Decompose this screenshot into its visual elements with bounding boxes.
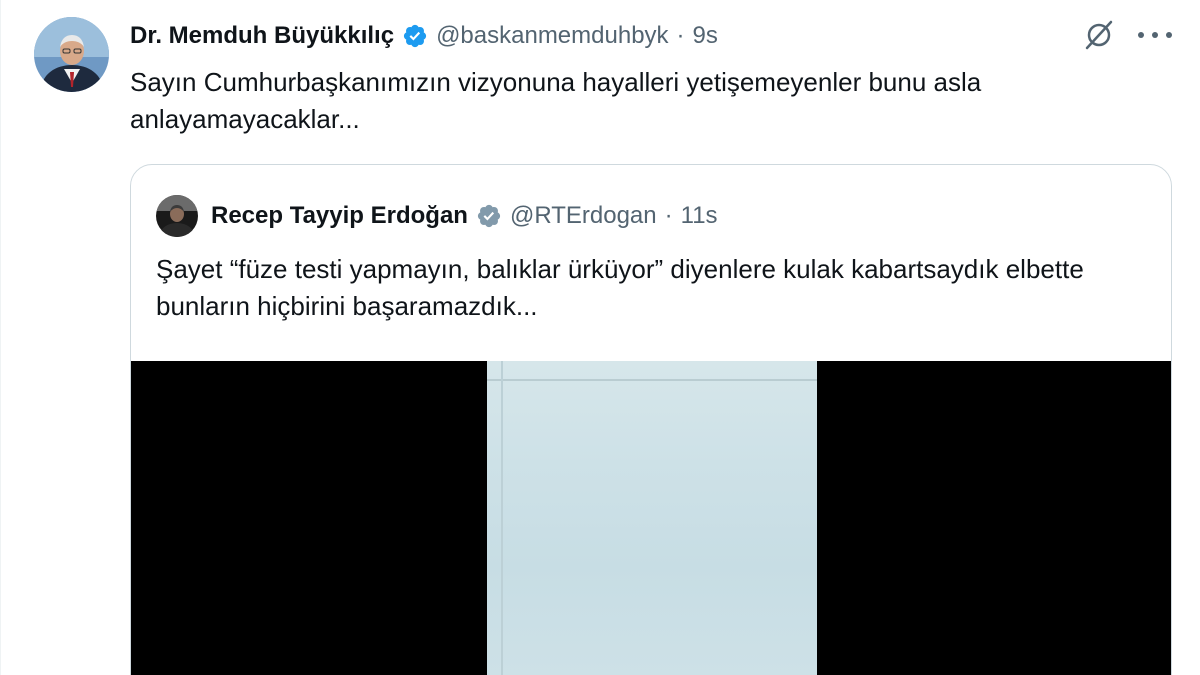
timeline-divider bbox=[0, 0, 1, 675]
tweet-text: Sayın Cumhurbaşkanımızın vizyonuna hayal… bbox=[130, 67, 982, 134]
tweet-header: Dr. Memduh Büyükkılıç @baskanmemduhbyk ·… bbox=[130, 19, 718, 53]
quoted-author-handle[interactable]: @RTErdogan bbox=[510, 202, 657, 230]
verified-badge-icon bbox=[402, 23, 428, 49]
author-name[interactable]: Dr. Memduh Büyükkılıç bbox=[130, 22, 394, 50]
quoted-tweet-header: Recep Tayyip Erdoğan @RTErdogan · 11s bbox=[211, 200, 718, 232]
video-frame-line bbox=[487, 379, 817, 381]
quoted-author-avatar[interactable] bbox=[156, 195, 198, 237]
quoted-tweet-time[interactable]: 11s bbox=[681, 202, 718, 230]
tweet-time[interactable]: 9s bbox=[693, 22, 718, 50]
government-badge-icon bbox=[476, 203, 502, 229]
video-frame-edge bbox=[501, 361, 503, 675]
meta-separator: · bbox=[676, 22, 685, 49]
video-player[interactable] bbox=[131, 361, 1171, 675]
author-avatar[interactable] bbox=[34, 17, 109, 92]
video-frame bbox=[487, 361, 817, 675]
grok-icon[interactable] bbox=[1082, 18, 1116, 52]
author-handle[interactable]: @baskanmemduhbyk bbox=[436, 22, 668, 50]
tweet-page: Dr. Memduh Büyükkılıç @baskanmemduhbyk ·… bbox=[0, 0, 1200, 675]
quoted-tweet-text: Şayet “füze testi yapmayın, balıklar ürk… bbox=[156, 254, 1084, 321]
quoted-meta-separator: · bbox=[664, 202, 673, 229]
quoted-tweet-card[interactable]: Recep Tayyip Erdoğan @RTErdogan · 11s Şa… bbox=[130, 164, 1172, 675]
quoted-author-name[interactable]: Recep Tayyip Erdoğan bbox=[211, 202, 468, 230]
more-options-icon[interactable] bbox=[1138, 22, 1172, 48]
